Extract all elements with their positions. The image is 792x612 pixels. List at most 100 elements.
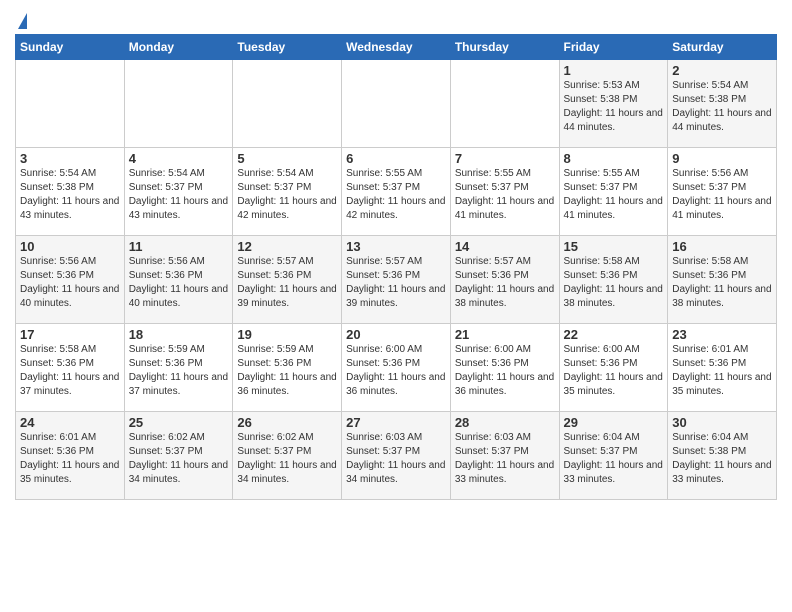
day-number: 17 <box>20 327 120 342</box>
weekday-header-saturday: Saturday <box>668 35 777 60</box>
day-info: Sunrise: 6:02 AMSunset: 5:37 PMDaylight:… <box>129 431 229 487</box>
day-info: Sunrise: 5:54 AMSunset: 5:38 PMDaylight:… <box>672 79 772 135</box>
day-info: Sunrise: 5:55 AMSunset: 5:37 PMDaylight:… <box>346 167 446 223</box>
calendar-cell: 9Sunrise: 5:56 AMSunset: 5:37 PMDaylight… <box>668 148 777 236</box>
calendar-cell: 19Sunrise: 5:59 AMSunset: 5:36 PMDayligh… <box>233 324 342 412</box>
day-info: Sunrise: 6:01 AMSunset: 5:36 PMDaylight:… <box>20 431 120 487</box>
day-number: 2 <box>672 63 772 78</box>
day-number: 22 <box>564 327 664 342</box>
day-info: Sunrise: 5:54 AMSunset: 5:38 PMDaylight:… <box>20 167 120 223</box>
day-info: Sunrise: 5:57 AMSunset: 5:36 PMDaylight:… <box>237 255 337 311</box>
day-info: Sunrise: 5:53 AMSunset: 5:38 PMDaylight:… <box>564 79 664 135</box>
day-info: Sunrise: 6:04 AMSunset: 5:38 PMDaylight:… <box>672 431 772 487</box>
calendar-cell: 17Sunrise: 5:58 AMSunset: 5:36 PMDayligh… <box>16 324 125 412</box>
day-number: 10 <box>20 239 120 254</box>
day-info: Sunrise: 5:56 AMSunset: 5:36 PMDaylight:… <box>20 255 120 311</box>
day-number: 26 <box>237 415 337 430</box>
calendar-cell: 24Sunrise: 6:01 AMSunset: 5:36 PMDayligh… <box>16 412 125 500</box>
day-info: Sunrise: 5:59 AMSunset: 5:36 PMDaylight:… <box>129 343 229 399</box>
day-number: 30 <box>672 415 772 430</box>
calendar-cell <box>16 60 125 148</box>
day-info: Sunrise: 5:54 AMSunset: 5:37 PMDaylight:… <box>237 167 337 223</box>
calendar-week-row: 24Sunrise: 6:01 AMSunset: 5:36 PMDayligh… <box>16 412 777 500</box>
calendar-week-row: 3Sunrise: 5:54 AMSunset: 5:38 PMDaylight… <box>16 148 777 236</box>
calendar-cell: 29Sunrise: 6:04 AMSunset: 5:37 PMDayligh… <box>559 412 668 500</box>
calendar-cell: 28Sunrise: 6:03 AMSunset: 5:37 PMDayligh… <box>450 412 559 500</box>
calendar-cell: 23Sunrise: 6:01 AMSunset: 5:36 PMDayligh… <box>668 324 777 412</box>
day-info: Sunrise: 5:55 AMSunset: 5:37 PMDaylight:… <box>455 167 555 223</box>
day-number: 13 <box>346 239 446 254</box>
day-info: Sunrise: 6:01 AMSunset: 5:36 PMDaylight:… <box>672 343 772 399</box>
day-number: 5 <box>237 151 337 166</box>
day-number: 29 <box>564 415 664 430</box>
day-info: Sunrise: 6:03 AMSunset: 5:37 PMDaylight:… <box>455 431 555 487</box>
day-number: 6 <box>346 151 446 166</box>
calendar-cell: 14Sunrise: 5:57 AMSunset: 5:36 PMDayligh… <box>450 236 559 324</box>
day-number: 24 <box>20 415 120 430</box>
weekday-header-sunday: Sunday <box>16 35 125 60</box>
day-number: 28 <box>455 415 555 430</box>
page-header <box>15 10 777 30</box>
calendar-cell: 22Sunrise: 6:00 AMSunset: 5:36 PMDayligh… <box>559 324 668 412</box>
calendar-cell <box>233 60 342 148</box>
day-info: Sunrise: 6:00 AMSunset: 5:36 PMDaylight:… <box>346 343 446 399</box>
day-number: 1 <box>564 63 664 78</box>
day-number: 7 <box>455 151 555 166</box>
day-info: Sunrise: 5:56 AMSunset: 5:37 PMDaylight:… <box>672 167 772 223</box>
calendar-cell: 5Sunrise: 5:54 AMSunset: 5:37 PMDaylight… <box>233 148 342 236</box>
calendar-cell: 12Sunrise: 5:57 AMSunset: 5:36 PMDayligh… <box>233 236 342 324</box>
calendar-cell: 15Sunrise: 5:58 AMSunset: 5:36 PMDayligh… <box>559 236 668 324</box>
calendar-cell: 25Sunrise: 6:02 AMSunset: 5:37 PMDayligh… <box>124 412 233 500</box>
day-number: 14 <box>455 239 555 254</box>
logo <box>15 14 27 30</box>
calendar-cell: 26Sunrise: 6:02 AMSunset: 5:37 PMDayligh… <box>233 412 342 500</box>
day-number: 9 <box>672 151 772 166</box>
day-info: Sunrise: 6:03 AMSunset: 5:37 PMDaylight:… <box>346 431 446 487</box>
calendar-cell: 7Sunrise: 5:55 AMSunset: 5:37 PMDaylight… <box>450 148 559 236</box>
day-number: 21 <box>455 327 555 342</box>
day-info: Sunrise: 5:59 AMSunset: 5:36 PMDaylight:… <box>237 343 337 399</box>
day-number: 16 <box>672 239 772 254</box>
calendar-cell: 3Sunrise: 5:54 AMSunset: 5:38 PMDaylight… <box>16 148 125 236</box>
calendar-cell: 16Sunrise: 5:58 AMSunset: 5:36 PMDayligh… <box>668 236 777 324</box>
calendar-cell: 4Sunrise: 5:54 AMSunset: 5:37 PMDaylight… <box>124 148 233 236</box>
day-info: Sunrise: 5:54 AMSunset: 5:37 PMDaylight:… <box>129 167 229 223</box>
day-number: 4 <box>129 151 229 166</box>
day-number: 8 <box>564 151 664 166</box>
weekday-header-thursday: Thursday <box>450 35 559 60</box>
day-info: Sunrise: 6:00 AMSunset: 5:36 PMDaylight:… <box>564 343 664 399</box>
day-info: Sunrise: 5:58 AMSunset: 5:36 PMDaylight:… <box>20 343 120 399</box>
weekday-header-monday: Monday <box>124 35 233 60</box>
day-info: Sunrise: 5:55 AMSunset: 5:37 PMDaylight:… <box>564 167 664 223</box>
day-info: Sunrise: 6:02 AMSunset: 5:37 PMDaylight:… <box>237 431 337 487</box>
day-number: 25 <box>129 415 229 430</box>
calendar-cell: 13Sunrise: 5:57 AMSunset: 5:36 PMDayligh… <box>342 236 451 324</box>
calendar-cell: 1Sunrise: 5:53 AMSunset: 5:38 PMDaylight… <box>559 60 668 148</box>
day-number: 19 <box>237 327 337 342</box>
day-number: 27 <box>346 415 446 430</box>
calendar-week-row: 10Sunrise: 5:56 AMSunset: 5:36 PMDayligh… <box>16 236 777 324</box>
logo-triangle-icon <box>18 13 27 29</box>
calendar-cell <box>124 60 233 148</box>
day-number: 18 <box>129 327 229 342</box>
day-number: 23 <box>672 327 772 342</box>
weekday-header-tuesday: Tuesday <box>233 35 342 60</box>
calendar-cell: 30Sunrise: 6:04 AMSunset: 5:38 PMDayligh… <box>668 412 777 500</box>
calendar-cell: 21Sunrise: 6:00 AMSunset: 5:36 PMDayligh… <box>450 324 559 412</box>
day-info: Sunrise: 5:57 AMSunset: 5:36 PMDaylight:… <box>346 255 446 311</box>
calendar-week-row: 1Sunrise: 5:53 AMSunset: 5:38 PMDaylight… <box>16 60 777 148</box>
calendar-cell: 20Sunrise: 6:00 AMSunset: 5:36 PMDayligh… <box>342 324 451 412</box>
weekday-header-wednesday: Wednesday <box>342 35 451 60</box>
calendar-cell: 27Sunrise: 6:03 AMSunset: 5:37 PMDayligh… <box>342 412 451 500</box>
day-info: Sunrise: 5:56 AMSunset: 5:36 PMDaylight:… <box>129 255 229 311</box>
calendar-cell: 11Sunrise: 5:56 AMSunset: 5:36 PMDayligh… <box>124 236 233 324</box>
calendar-week-row: 17Sunrise: 5:58 AMSunset: 5:36 PMDayligh… <box>16 324 777 412</box>
day-number: 3 <box>20 151 120 166</box>
calendar-cell: 2Sunrise: 5:54 AMSunset: 5:38 PMDaylight… <box>668 60 777 148</box>
weekday-header-friday: Friday <box>559 35 668 60</box>
calendar-cell: 10Sunrise: 5:56 AMSunset: 5:36 PMDayligh… <box>16 236 125 324</box>
calendar-cell: 6Sunrise: 5:55 AMSunset: 5:37 PMDaylight… <box>342 148 451 236</box>
day-info: Sunrise: 6:00 AMSunset: 5:36 PMDaylight:… <box>455 343 555 399</box>
day-info: Sunrise: 5:58 AMSunset: 5:36 PMDaylight:… <box>672 255 772 311</box>
day-number: 12 <box>237 239 337 254</box>
